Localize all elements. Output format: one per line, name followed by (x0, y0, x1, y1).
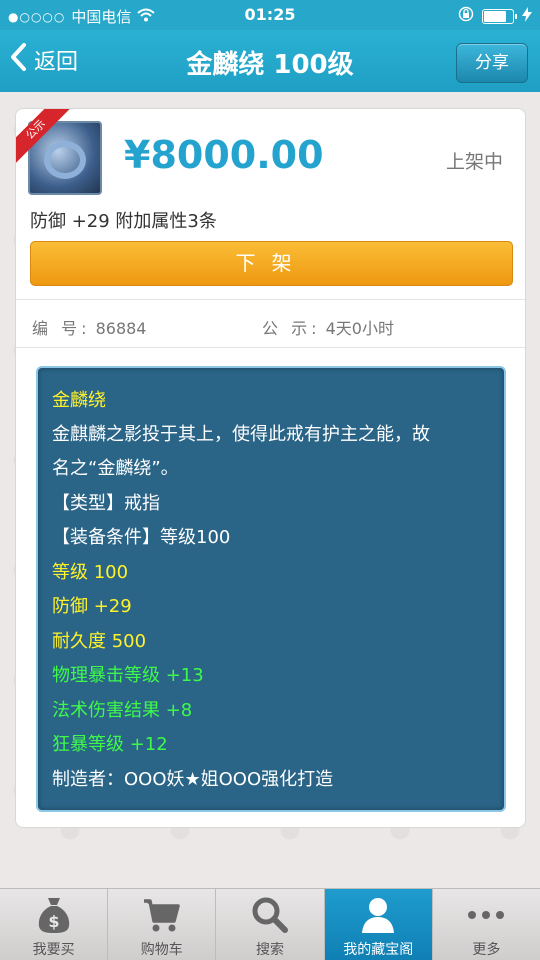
money-bag-icon: $ (0, 895, 107, 935)
desc-bonus-attr: 狂暴等级 +12 (52, 734, 168, 755)
divider (16, 347, 525, 348)
share-button[interactable]: 分享 (456, 43, 528, 83)
tab-more[interactable]: 更多 (433, 889, 540, 960)
listing-status: 上架中 (445, 151, 503, 173)
tab-search[interactable]: 搜索 (216, 889, 325, 960)
more-icon (433, 895, 540, 935)
divider (16, 299, 525, 300)
tab-label: 搜索 (256, 942, 284, 958)
tab-label: 购物车 (140, 942, 183, 958)
status-bar: ●○○○○ 中国电信 01:25 (0, 0, 540, 30)
desc-type: 【类型】戒指 (52, 493, 160, 514)
item-price: ¥8000.00 (124, 133, 324, 177)
notice-value: 4天0小时 (325, 319, 394, 338)
tab-buy[interactable]: $ 我要买 (0, 889, 109, 960)
item-id-value: 86884 (95, 319, 147, 338)
notice-label: 公 示: (262, 319, 321, 338)
notice-period: 公 示: 4天0小时 (262, 315, 394, 339)
item-card: 公示 ¥8000.00 上架中 防御 +29 附加属性3条 下架 编 号: 86… (15, 108, 526, 828)
battery-icon (482, 8, 517, 24)
rotation-lock-icon (458, 6, 474, 26)
desc-level: 等级 100 (52, 562, 129, 583)
search-icon (216, 895, 323, 935)
tab-my-treasure[interactable]: 我的藏宝阁 (324, 889, 433, 960)
tab-label: 我的藏宝阁 (343, 942, 414, 958)
nav-bar: 返回 金麟绕 100级 分享 (0, 30, 540, 92)
desc-defense: 防御 +29 (52, 596, 132, 617)
notice-badge: 公示 (16, 109, 73, 167)
desc-maker: 制造者：OOO妖★姐OOO强化打造 (52, 769, 334, 790)
desc-flavor-text: 金麒麟之影投于其上，使得此戒有护主之能，故 (52, 424, 430, 445)
bottom-tab-bar: $ 我要买 购物车 搜索 我的藏宝阁 更多 (0, 888, 540, 960)
item-summary: 防御 +29 附加属性3条 (30, 211, 217, 232)
delist-button[interactable]: 下架 (30, 241, 513, 286)
user-icon (325, 895, 432, 935)
tab-label: 我要买 (32, 942, 75, 958)
desc-flavor-text: 名之“金麟绕”。 (52, 458, 179, 479)
desc-durability: 耐久度 500 (52, 631, 147, 652)
tab-label: 更多 (472, 942, 501, 958)
tab-cart[interactable]: 购物车 (108, 889, 217, 960)
charging-icon (522, 6, 532, 26)
item-id: 编 号: 86884 (32, 315, 146, 339)
desc-requirement: 【装备条件】等级100 (52, 527, 231, 548)
desc-bonus-attr: 物理暴击等级 +13 (52, 665, 204, 686)
svg-text:$: $ (48, 912, 59, 931)
desc-bonus-attr: 法术伤害结果 +8 (52, 700, 193, 721)
desc-item-name: 金麟绕 (52, 390, 106, 411)
item-description-box: 金麟绕 金麒麟之影投于其上，使得此戒有护主之能，故 名之“金麟绕”。 【类型】戒… (36, 366, 506, 812)
cart-icon (108, 895, 215, 935)
item-id-label: 编 号: (32, 319, 91, 338)
